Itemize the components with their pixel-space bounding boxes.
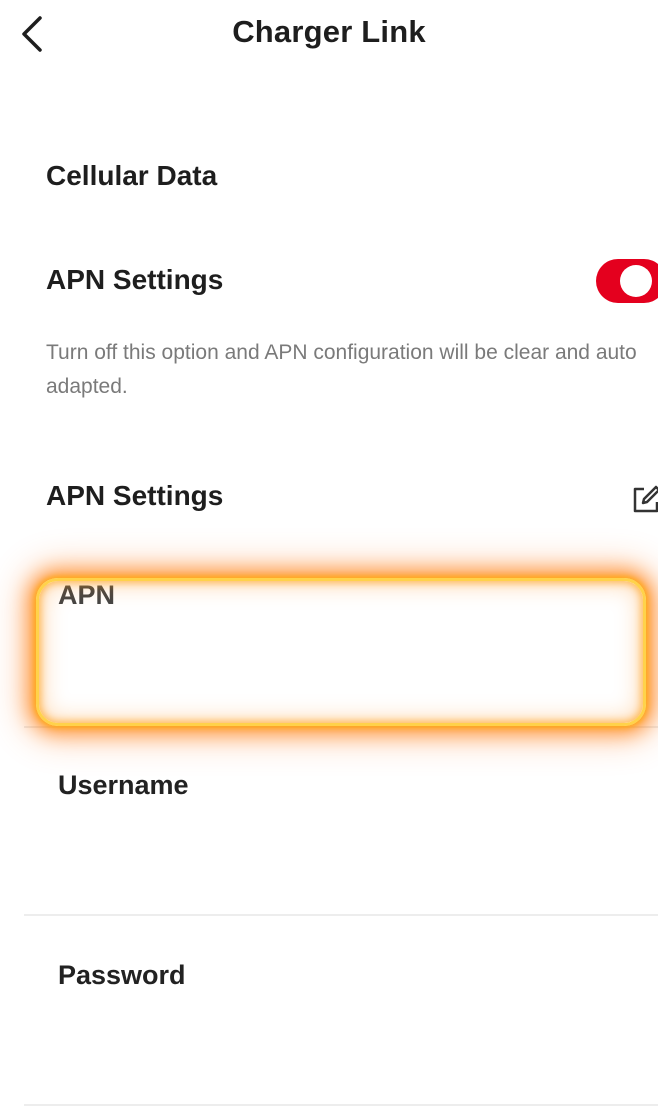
apn-help-text: Turn off this option and APN configurati… <box>46 341 637 398</box>
password-input[interactable] <box>58 1020 628 1064</box>
apn-field: APN <box>24 560 658 728</box>
username-field: Username <box>24 740 658 916</box>
edit-button[interactable] <box>630 484 658 516</box>
apn-toggle-label: APN Settings <box>46 264 224 295</box>
edit-icon <box>630 484 658 516</box>
divider <box>24 1104 658 1106</box>
divider <box>24 914 658 916</box>
username-field-label: Username <box>58 770 189 800</box>
apn-field-label: APN <box>58 580 116 610</box>
section-title-cellular-data: Cellular Data <box>46 160 218 191</box>
password-field-label: Password <box>58 960 186 990</box>
apn-settings-heading: APN Settings <box>46 480 224 511</box>
toggle-knob <box>620 265 652 297</box>
password-field: Password <box>24 930 658 1106</box>
apn-input[interactable] <box>58 640 628 684</box>
top-bar: Charger Link <box>0 0 658 70</box>
apn-settings-toggle[interactable] <box>596 259 658 303</box>
divider <box>24 726 658 728</box>
page-title: Charger Link <box>232 14 426 49</box>
username-input[interactable] <box>58 830 628 874</box>
